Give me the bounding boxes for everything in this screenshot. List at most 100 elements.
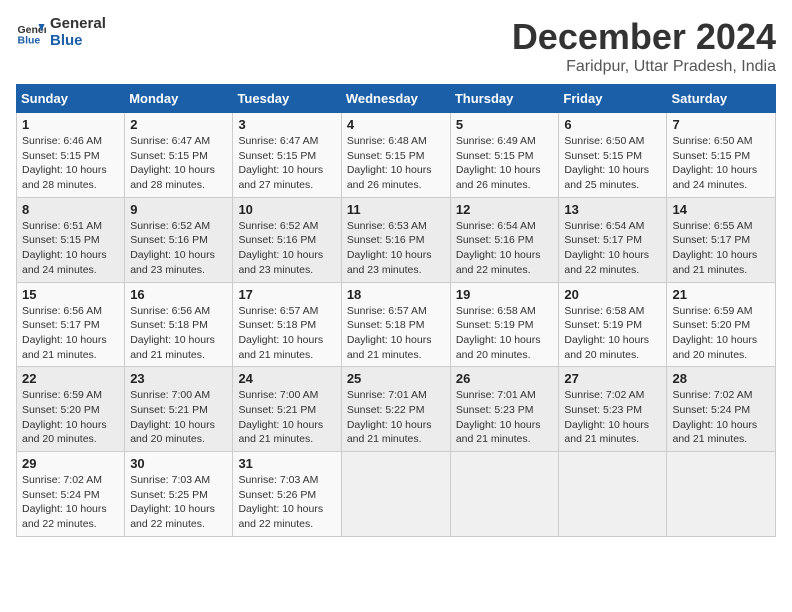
day-number: 4 [347,117,445,132]
day-info: Sunrise: 7:02 AM Sunset: 5:24 PM Dayligh… [22,473,119,532]
day-info: Sunrise: 6:56 AM Sunset: 5:17 PM Dayligh… [22,304,119,363]
day-number: 28 [672,371,770,386]
day-info: Sunrise: 6:58 AM Sunset: 5:19 PM Dayligh… [564,304,661,363]
day-info: Sunrise: 6:49 AM Sunset: 5:15 PM Dayligh… [456,134,554,193]
day-number: 16 [130,287,227,302]
table-row: 1 Sunrise: 6:46 AM Sunset: 5:15 PM Dayli… [17,113,125,198]
svg-text:Blue: Blue [18,34,41,46]
day-number: 27 [564,371,661,386]
day-number: 15 [22,287,119,302]
table-row: 18 Sunrise: 6:57 AM Sunset: 5:18 PM Dayl… [341,282,450,367]
day-info: Sunrise: 6:53 AM Sunset: 5:16 PM Dayligh… [347,219,445,278]
table-row: 21 Sunrise: 6:59 AM Sunset: 5:20 PM Dayl… [667,282,776,367]
table-row: 24 Sunrise: 7:00 AM Sunset: 5:21 PM Dayl… [233,367,341,452]
calendar-week-row: 15 Sunrise: 6:56 AM Sunset: 5:17 PM Dayl… [17,282,776,367]
day-info: Sunrise: 6:59 AM Sunset: 5:20 PM Dayligh… [22,388,119,447]
table-row: 6 Sunrise: 6:50 AM Sunset: 5:15 PM Dayli… [559,113,667,198]
col-saturday: Saturday [667,85,776,113]
table-row [341,452,450,537]
day-info: Sunrise: 6:59 AM Sunset: 5:20 PM Dayligh… [672,304,770,363]
day-number: 8 [22,202,119,217]
calendar-body: 1 Sunrise: 6:46 AM Sunset: 5:15 PM Dayli… [17,113,776,537]
table-row: 7 Sunrise: 6:50 AM Sunset: 5:15 PM Dayli… [667,113,776,198]
day-number: 20 [564,287,661,302]
day-number: 5 [456,117,554,132]
calendar-week-row: 29 Sunrise: 7:02 AM Sunset: 5:24 PM Dayl… [17,452,776,537]
day-number: 18 [347,287,445,302]
day-info: Sunrise: 7:01 AM Sunset: 5:23 PM Dayligh… [456,388,554,447]
table-row: 20 Sunrise: 6:58 AM Sunset: 5:19 PM Dayl… [559,282,667,367]
day-number: 9 [130,202,227,217]
calendar-subtitle: Faridpur, Uttar Pradesh, India [512,58,776,76]
table-row: 27 Sunrise: 7:02 AM Sunset: 5:23 PM Dayl… [559,367,667,452]
day-info: Sunrise: 6:47 AM Sunset: 5:15 PM Dayligh… [130,134,227,193]
day-number: 11 [347,202,445,217]
col-thursday: Thursday [450,85,559,113]
day-info: Sunrise: 6:46 AM Sunset: 5:15 PM Dayligh… [22,134,119,193]
day-number: 10 [238,202,335,217]
day-number: 7 [672,117,770,132]
day-info: Sunrise: 7:03 AM Sunset: 5:26 PM Dayligh… [238,473,335,532]
table-row: 31 Sunrise: 7:03 AM Sunset: 5:26 PM Dayl… [233,452,341,537]
table-row: 12 Sunrise: 6:54 AM Sunset: 5:16 PM Dayl… [450,197,559,282]
day-number: 2 [130,117,227,132]
table-row: 8 Sunrise: 6:51 AM Sunset: 5:15 PM Dayli… [17,197,125,282]
day-info: Sunrise: 6:50 AM Sunset: 5:15 PM Dayligh… [672,134,770,193]
day-info: Sunrise: 6:51 AM Sunset: 5:15 PM Dayligh… [22,219,119,278]
day-info: Sunrise: 7:02 AM Sunset: 5:24 PM Dayligh… [672,388,770,447]
table-row: 19 Sunrise: 6:58 AM Sunset: 5:19 PM Dayl… [450,282,559,367]
day-number: 6 [564,117,661,132]
day-number: 22 [22,371,119,386]
day-info: Sunrise: 6:52 AM Sunset: 5:16 PM Dayligh… [238,219,335,278]
day-number: 24 [238,371,335,386]
col-friday: Friday [559,85,667,113]
table-row: 28 Sunrise: 7:02 AM Sunset: 5:24 PM Dayl… [667,367,776,452]
day-info: Sunrise: 6:57 AM Sunset: 5:18 PM Dayligh… [347,304,445,363]
day-number: 21 [672,287,770,302]
day-info: Sunrise: 6:48 AM Sunset: 5:15 PM Dayligh… [347,134,445,193]
calendar-week-row: 22 Sunrise: 6:59 AM Sunset: 5:20 PM Dayl… [17,367,776,452]
day-number: 1 [22,117,119,132]
day-number: 29 [22,456,119,471]
table-row: 14 Sunrise: 6:55 AM Sunset: 5:17 PM Dayl… [667,197,776,282]
table-row: 29 Sunrise: 7:02 AM Sunset: 5:24 PM Dayl… [17,452,125,537]
col-tuesday: Tuesday [233,85,341,113]
day-info: Sunrise: 6:56 AM Sunset: 5:18 PM Dayligh… [130,304,227,363]
table-row: 2 Sunrise: 6:47 AM Sunset: 5:15 PM Dayli… [125,113,233,198]
table-row: 17 Sunrise: 6:57 AM Sunset: 5:18 PM Dayl… [233,282,341,367]
day-number: 31 [238,456,335,471]
table-row [450,452,559,537]
table-row: 15 Sunrise: 6:56 AM Sunset: 5:17 PM Dayl… [17,282,125,367]
day-number: 3 [238,117,335,132]
day-number: 23 [130,371,227,386]
table-row: 30 Sunrise: 7:03 AM Sunset: 5:25 PM Dayl… [125,452,233,537]
day-info: Sunrise: 6:50 AM Sunset: 5:15 PM Dayligh… [564,134,661,193]
logo-text: General Blue [50,16,106,49]
day-number: 13 [564,202,661,217]
day-info: Sunrise: 6:54 AM Sunset: 5:17 PM Dayligh… [564,219,661,278]
day-number: 26 [456,371,554,386]
calendar-header-row: Sunday Monday Tuesday Wednesday Thursday… [17,85,776,113]
day-number: 30 [130,456,227,471]
table-row: 25 Sunrise: 7:01 AM Sunset: 5:22 PM Dayl… [341,367,450,452]
table-row [559,452,667,537]
day-number: 19 [456,287,554,302]
day-number: 25 [347,371,445,386]
day-info: Sunrise: 6:57 AM Sunset: 5:18 PM Dayligh… [238,304,335,363]
table-row: 13 Sunrise: 6:54 AM Sunset: 5:17 PM Dayl… [559,197,667,282]
table-row: 26 Sunrise: 7:01 AM Sunset: 5:23 PM Dayl… [450,367,559,452]
day-info: Sunrise: 6:54 AM Sunset: 5:16 PM Dayligh… [456,219,554,278]
calendar-table: Sunday Monday Tuesday Wednesday Thursday… [16,84,776,537]
day-number: 14 [672,202,770,217]
table-row: 3 Sunrise: 6:47 AM Sunset: 5:15 PM Dayli… [233,113,341,198]
table-row: 11 Sunrise: 6:53 AM Sunset: 5:16 PM Dayl… [341,197,450,282]
col-sunday: Sunday [17,85,125,113]
day-number: 12 [456,202,554,217]
day-info: Sunrise: 6:55 AM Sunset: 5:17 PM Dayligh… [672,219,770,278]
table-row: 9 Sunrise: 6:52 AM Sunset: 5:16 PM Dayli… [125,197,233,282]
table-row: 23 Sunrise: 7:00 AM Sunset: 5:21 PM Dayl… [125,367,233,452]
day-info: Sunrise: 7:01 AM Sunset: 5:22 PM Dayligh… [347,388,445,447]
table-row: 10 Sunrise: 6:52 AM Sunset: 5:16 PM Dayl… [233,197,341,282]
calendar-week-row: 8 Sunrise: 6:51 AM Sunset: 5:15 PM Dayli… [17,197,776,282]
day-info: Sunrise: 6:58 AM Sunset: 5:19 PM Dayligh… [456,304,554,363]
